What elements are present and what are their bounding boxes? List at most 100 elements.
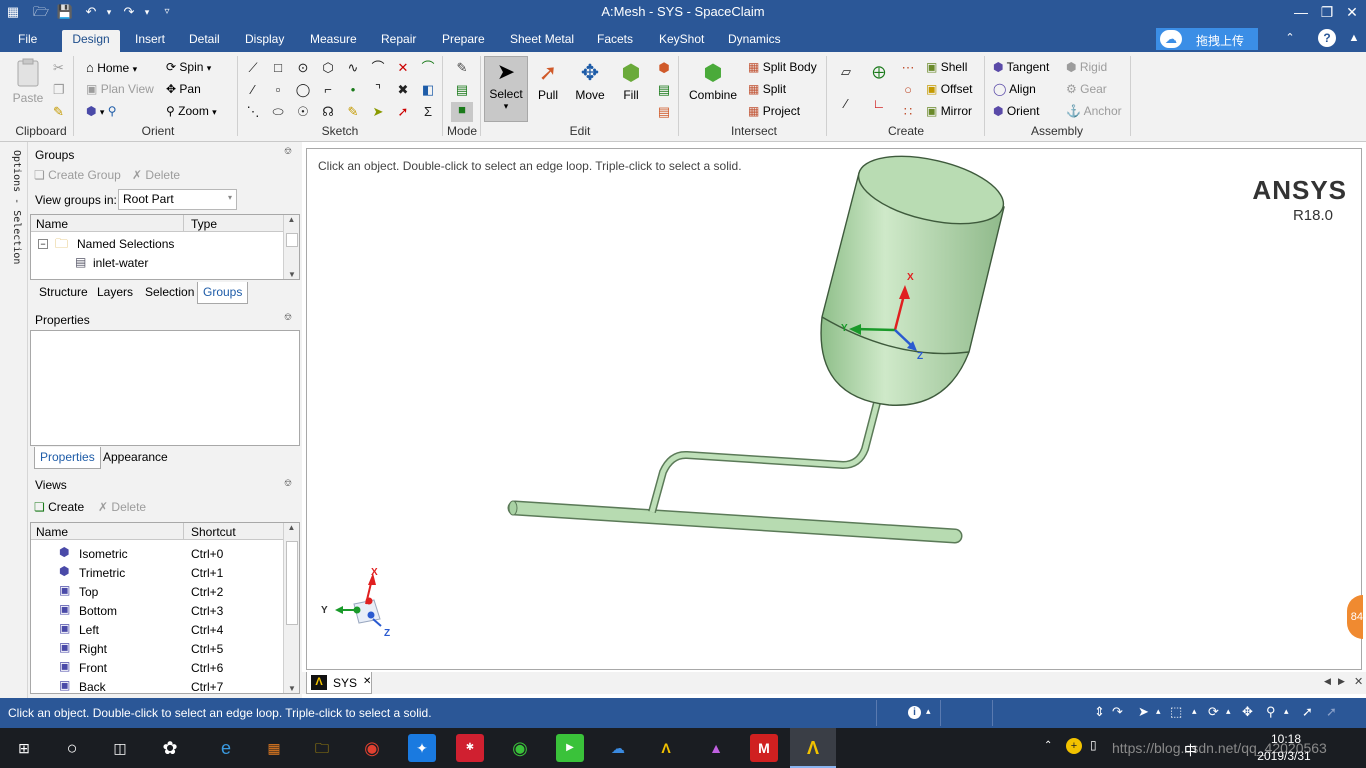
pin-icon[interactable]: ⎊ — [284, 312, 292, 323]
tab-scroll-right-icon[interactable]: ▶ — [1338, 676, 1345, 687]
task-view-icon[interactable]: ◫ — [106, 734, 134, 762]
offset-button[interactable]: ▣ Offset — [926, 82, 972, 96]
wechat-icon[interactable]: ◉ — [506, 734, 534, 762]
app-icon[interactable]: ✿ — [156, 734, 184, 762]
tray-app-icon[interactable]: + — [1066, 738, 1082, 754]
pointer-icon[interactable]: ➤ — [1138, 704, 1149, 720]
tab-design[interactable]: Design — [62, 30, 120, 52]
tab-prepare[interactable]: Prepare — [434, 30, 493, 52]
doc-tab-sys[interactable]: Λ SYS ✕ — [306, 672, 372, 694]
spaceclaim-taskbar-button[interactable]: Λ — [790, 728, 836, 768]
pull-button[interactable]: ➚ Pull — [532, 58, 564, 102]
chevron-up-icon[interactable]: ▴ — [1192, 706, 1197, 717]
scroll-up-icon[interactable]: ▲ — [284, 215, 299, 224]
upload-button[interactable]: ☁ 拖拽上传 — [1156, 28, 1258, 50]
chrome-icon[interactable]: ◉ — [358, 734, 386, 762]
edge-browser-icon[interactable]: e — [212, 734, 240, 762]
ansys-workbench-icon[interactable]: Λ — [652, 734, 680, 762]
column-type[interactable]: Type — [191, 217, 217, 231]
rectangle-icon[interactable]: □ — [270, 60, 286, 76]
properties-grid[interactable] — [30, 330, 300, 446]
view-cube-button[interactable]: ⬢ ▾ ⚲ — [86, 104, 117, 118]
baidu-netdisk-icon[interactable]: ☁ — [604, 734, 632, 762]
paste-button[interactable]: Paste — [10, 58, 46, 110]
view-row[interactable]: ▣ Left Ctrl+4 — [31, 620, 283, 639]
close-button[interactable]: ✕ — [1338, 0, 1366, 24]
tab-keyshot[interactable]: KeyShot — [651, 30, 712, 52]
section-mode-icon[interactable]: ▤ — [454, 82, 470, 98]
scroll-up-icon[interactable]: ▲ — [284, 523, 299, 532]
tab-detail[interactable]: Detail — [181, 30, 228, 52]
tab-insert[interactable]: Insert — [127, 30, 173, 52]
spline-icon[interactable]: ∿ — [345, 60, 361, 76]
tree-item-inlet-water[interactable]: inlet-water — [93, 256, 148, 270]
intersect-curves-icon[interactable]: ✖ — [395, 82, 411, 98]
offset-curve-icon[interactable]: ◧ — [420, 82, 436, 98]
column-name[interactable]: Name — [36, 525, 68, 539]
mirror-button[interactable]: ▣ Mirror — [926, 104, 972, 118]
tab-facets[interactable]: Facets — [589, 30, 641, 52]
dingtalk-icon[interactable]: ✦ — [408, 734, 436, 762]
close-document-icon[interactable]: ✕ — [1354, 675, 1363, 688]
help-icon[interactable]: ? — [1318, 29, 1336, 47]
three-point-rectangle-icon[interactable]: ▫ — [270, 82, 286, 98]
view-row[interactable]: ▣ Top Ctrl+2 — [31, 582, 283, 601]
view-row[interactable]: ▣ Right Ctrl+5 — [31, 639, 283, 658]
tab-scroll-left-icon[interactable]: ◀ — [1324, 676, 1331, 687]
anchor-button[interactable]: ⚓ Anchor — [1066, 104, 1122, 118]
fillet-icon[interactable]: ✎ — [345, 104, 361, 120]
three-point-arc-icon[interactable]: ☊ — [320, 104, 336, 120]
create-group-button[interactable]: ❏ Create Group — [34, 168, 121, 182]
trim-icon[interactable]: ✕ — [395, 60, 411, 76]
collapse-toggle[interactable]: − — [38, 239, 48, 249]
tangent-button[interactable]: ⬢ Tangent — [993, 60, 1049, 74]
chevron-up-icon[interactable]: ▴ — [1284, 706, 1289, 717]
battery-icon[interactable]: ▯ — [1090, 738, 1097, 752]
pan-mode-icon[interactable]: ✥ — [1242, 704, 1253, 720]
groups-scrollbar[interactable]: ▲ ▼ — [283, 215, 299, 279]
tab-properties[interactable]: Properties — [34, 447, 101, 469]
tab-display[interactable]: Display — [237, 30, 292, 52]
create-view-button[interactable]: ❏ Create — [34, 500, 84, 514]
grid-pattern-icon[interactable]: ∷ — [900, 104, 916, 120]
origin-icon[interactable]: ⨁ — [871, 64, 887, 80]
disabled-tool-icon[interactable]: ➚ — [1326, 704, 1337, 720]
slot-icon[interactable]: ⬭ — [270, 104, 286, 120]
box-select-icon[interactable]: ⬚ — [1170, 704, 1182, 720]
gear-button[interactable]: ⚙ Gear — [1066, 82, 1107, 96]
construction-line-icon[interactable]: ⋱ — [245, 104, 261, 120]
zoom-button[interactable]: ⚲ Zoom ▾ — [166, 104, 217, 118]
scroll-down-icon[interactable]: ▼ — [284, 684, 300, 693]
delete-group-button[interactable]: ✗ Delete — [132, 168, 180, 182]
tank-model[interactable] — [820, 149, 1010, 406]
coordinate-system-icon[interactable]: ∟ — [871, 96, 887, 112]
circular-pattern-icon[interactable]: ○ — [900, 82, 916, 98]
pan-button[interactable]: ✥ Pan — [166, 82, 201, 96]
close-tab-icon[interactable]: ✕ — [363, 676, 371, 687]
circle-icon[interactable]: ⊙ — [295, 60, 311, 76]
format-painter-icon[interactable]: ✎ — [53, 104, 64, 120]
shell-button[interactable]: ▣ Shell — [926, 60, 967, 74]
align-button[interactable]: ◯ Align — [993, 82, 1036, 96]
clock-time[interactable]: 10:18 — [1256, 732, 1316, 746]
spin-mode-icon[interactable]: ⟳ — [1208, 704, 1219, 720]
youdao-icon[interactable]: ✱ — [456, 734, 484, 762]
scroll-thumb[interactable] — [286, 233, 298, 247]
pin-icon[interactable]: ⎊ — [284, 478, 292, 489]
tangent-line-icon[interactable]: ∕ — [245, 82, 261, 98]
chevron-up-icon[interactable]: ▴ — [926, 706, 931, 717]
view-row[interactable]: ⬢ Isometric Ctrl+0 — [31, 544, 283, 563]
zoom-mode-icon[interactable]: ⚲ — [1266, 704, 1276, 720]
mega-icon[interactable]: M — [750, 734, 778, 762]
tree-item-named-selections[interactable]: Named Selections — [77, 237, 174, 251]
corner-arc-icon[interactable]: ⌝ — [370, 82, 386, 98]
chevron-up-icon[interactable]: ▴ — [1156, 706, 1161, 717]
column-shortcut[interactable]: Shortcut — [191, 525, 236, 539]
spin-button[interactable]: ⟳ Spin ▾ — [166, 60, 211, 74]
combine-button[interactable]: ⬢ Combine — [686, 58, 740, 102]
cut-icon[interactable]: ✂ — [53, 60, 64, 76]
updown-icon[interactable]: ⇕ — [1094, 704, 1105, 720]
rigid-button[interactable]: ⬢ Rigid — [1066, 60, 1107, 74]
view-row[interactable]: ⬢ Trimetric Ctrl+1 — [31, 563, 283, 582]
chevron-up-icon[interactable]: ▴ — [1226, 706, 1231, 717]
